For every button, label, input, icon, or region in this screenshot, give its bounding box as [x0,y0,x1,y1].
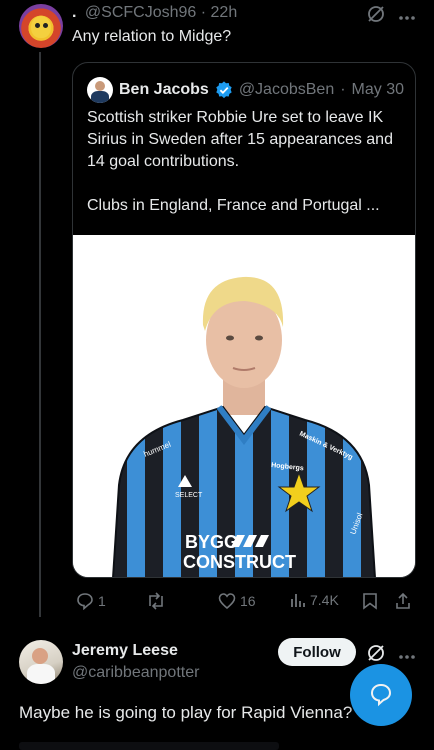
quote-header: Ben Jacobs @JacobsBen · May 30 [87,77,404,103]
brand-chest-text: SELECT [175,492,203,499]
like-icon [218,593,236,610]
second-reply-text: Maybe he is going to play for Rapid Vien… [19,703,353,722]
views-count: 7.4K [310,592,339,608]
repost-action[interactable] [146,592,170,610]
reply-icon [77,593,93,610]
repost-icon [149,592,163,610]
next-item-peek [19,742,279,750]
more-icon[interactable] [398,647,416,665]
quoted-tweet-card[interactable]: Ben Jacobs @JacobsBen · May 30 Scottish … [72,62,416,578]
like-count: 16 [240,593,256,609]
grok-icon[interactable] [366,4,386,29]
reply-handle[interactable]: @SCFCJosh96 [85,4,196,21]
bookmark-icon [363,593,377,610]
quote-paragraph-1: Scottish striker Robbie Ure set to leave… [87,109,393,170]
tweet-action-bar: 1 16 7.4K [72,590,420,614]
like-action[interactable]: 16 [218,592,256,610]
second-reply-name[interactable]: Jeremy Leese [72,642,178,660]
quote-author-name: Ben Jacobs [119,81,209,98]
reply-count: 1 [98,593,106,609]
share-icon [396,592,410,609]
reply-author-avatar[interactable] [19,4,63,48]
compose-button[interactable] [350,664,412,726]
reply-text: Any relation to Midge? [72,28,232,45]
separator: · [340,81,346,98]
verified-badge-icon [216,81,232,99]
sponsor-line2-text: CONSTRUCT [183,552,296,572]
quote-author-handle: @JacobsBen [238,81,335,98]
more-icon[interactable] [398,8,416,26]
second-reply-avatar[interactable] [19,640,63,684]
reply-time[interactable]: 22h [211,4,238,21]
follow-button[interactable]: Follow [278,638,356,666]
views-icon [291,594,305,607]
player-illustration: SELECT hummel Hogbergs Maskin & Verktyg … [73,235,415,577]
second-reply-handle[interactable]: @caribbeanpotter [72,664,199,682]
quote-author-avatar [87,77,113,103]
reply-header: . @SCFCJosh96 · 22h [72,4,237,22]
reply-action[interactable]: 1 [76,592,106,610]
bookmark-action[interactable] [362,592,378,610]
player-photo[interactable]: SELECT hummel Hogbergs Maskin & Verktyg … [73,235,415,577]
reply-top-icons [366,4,416,29]
views-action[interactable]: 7.4K [290,592,339,608]
sponsor-line1-text: BYGG [185,532,238,552]
quote-text: Scottish striker Robbie Ure set to leave… [87,107,405,239]
reply-display-name[interactable]: . [72,4,76,21]
quote-date: May 30 [351,81,405,98]
separator: · [200,4,207,21]
thread-connector-line [39,52,41,617]
quote-paragraph-2: Clubs in England, France and Portugal ..… [87,197,380,214]
compose-icon [370,683,392,707]
share-action[interactable] [394,592,412,610]
